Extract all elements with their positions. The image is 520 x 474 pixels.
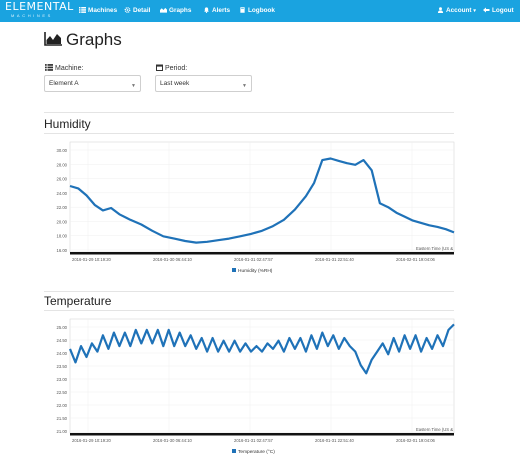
divider [44, 291, 454, 292]
humidity-chart: 30.00 28.00 26.00 24.00 22.00 20.00 18.00 16.00… [57, 141, 455, 274]
chevron-down-icon: ▼ [131, 83, 136, 89]
period-label-text: Period: [165, 65, 188, 72]
x-axis-bar [70, 252, 454, 255]
machine-label: Machine: [45, 64, 83, 72]
account-menu[interactable]: Account ▾ [437, 0, 476, 22]
gear-icon [124, 7, 131, 13]
nav-machines-label: Machines [88, 7, 118, 14]
brand-subtitle: MACHINES [11, 13, 53, 18]
y-tick-label: 24.00 [57, 351, 68, 356]
y-tick-label: 21.50 [57, 416, 68, 421]
nav-alerts-label: Alerts [212, 7, 231, 14]
chevron-down-icon: ▼ [242, 83, 247, 89]
x-tick-label: 2016-01-31 22:51:40 [315, 257, 355, 262]
nav-alerts[interactable]: Alerts [203, 0, 230, 22]
brand-name: ELEMENTAL [5, 0, 74, 13]
legend-label: Temperature (°C) [238, 449, 275, 455]
x-tick-label: 2016-02-01 19:04:06 [396, 257, 436, 262]
x-tick-label: 2016-01-31 22:51:40 [315, 438, 355, 443]
calendar-icon [156, 64, 163, 71]
page-title-text: Graphs [66, 30, 122, 49]
list-icon [79, 7, 86, 13]
y-tick-label: 21.00 [57, 429, 68, 434]
y-tick-label: 23.50 [57, 364, 68, 369]
plot-frame [69, 318, 455, 434]
machine-label-text: Machine: [55, 65, 84, 72]
logout-label: Logout [492, 7, 514, 14]
y-tick-label: 23.00 [57, 377, 68, 382]
y-tick-label: 22.00 [57, 205, 68, 210]
machine-select-value: Element A [49, 80, 79, 87]
user-icon [437, 7, 444, 13]
logout-button[interactable]: Logout [483, 0, 514, 22]
humidity-title: Humidity [44, 117, 91, 131]
x-tick-label: 2016-01-30 06:44:10 [153, 257, 193, 262]
nav-detail[interactable]: Detail [124, 0, 150, 22]
y-tick-label: 22.00 [57, 403, 68, 408]
divider [44, 112, 454, 113]
y-tick-label: 16.00 [57, 248, 68, 253]
top-navbar: ELEMENTAL MACHINES Machines Detail Graph… [0, 0, 520, 22]
nav-logbook[interactable]: Logbook [239, 0, 275, 22]
x-tick-label: 2016-01-31 02:47:57 [234, 257, 274, 262]
divider [44, 133, 454, 134]
y-tick-label: 25.00 [57, 325, 68, 330]
nav-machines[interactable]: Machines [79, 0, 117, 22]
series-line [69, 157, 455, 244]
x-tick-label: 2016-01-29 10:19:20 [72, 257, 112, 262]
y-tick-label: 30.00 [57, 148, 68, 153]
y-tick-label: 18.00 [57, 234, 68, 239]
area-chart-icon [160, 7, 167, 13]
list-icon [45, 64, 53, 71]
divider [44, 310, 454, 311]
period-label: Period: [156, 64, 187, 72]
machine-select[interactable]: Element A ▼ [44, 75, 141, 92]
x-tick-label: 2016-02-01 19:04:06 [396, 438, 436, 443]
book-icon [240, 7, 245, 13]
y-tick-label: 26.00 [57, 177, 68, 182]
x-axis-bar [70, 433, 454, 436]
nav-logbook-label: Logbook [248, 7, 275, 14]
area-chart-icon [44, 32, 62, 46]
bell-icon [203, 7, 210, 13]
caret-down-icon: ▾ [473, 8, 476, 14]
period-select[interactable]: Last week ▼ [155, 75, 252, 92]
x-tick-label: 2016-01-30 06:44:10 [153, 438, 193, 443]
timezone-note: Eastern Time (US & [416, 246, 453, 251]
legend-swatch [232, 449, 236, 453]
x-tick-label: 2016-01-31 02:47:57 [234, 438, 274, 443]
timezone-note: Eastern Time (US & [416, 427, 453, 432]
y-tick-label: 22.50 [57, 390, 68, 395]
y-tick-label: 24.00 [57, 191, 68, 196]
y-tick-label: 24.50 [57, 338, 68, 343]
nav-graphs-label: Graphs [169, 7, 192, 14]
nav-detail-label: Detail [133, 7, 151, 14]
nav-graphs[interactable]: Graphs [160, 0, 191, 22]
period-select-value: Last week [160, 80, 190, 87]
brand-logo[interactable]: ELEMENTAL MACHINES [5, 1, 75, 21]
y-tick-label: 20.00 [57, 219, 68, 224]
temperature-title: Temperature [44, 294, 112, 308]
x-tick-label: 2016-01-29 10:19:20 [72, 438, 112, 443]
legend-swatch [232, 268, 236, 272]
temperature-chart: 25.00 24.50 24.00 23.50 23.00 22.50 22.00 21.50… [57, 318, 455, 455]
legend-label: Humidity (%RH) [238, 268, 273, 274]
account-label: Account [446, 7, 472, 14]
logout-icon [483, 7, 490, 13]
y-tick-label: 28.00 [57, 162, 68, 167]
